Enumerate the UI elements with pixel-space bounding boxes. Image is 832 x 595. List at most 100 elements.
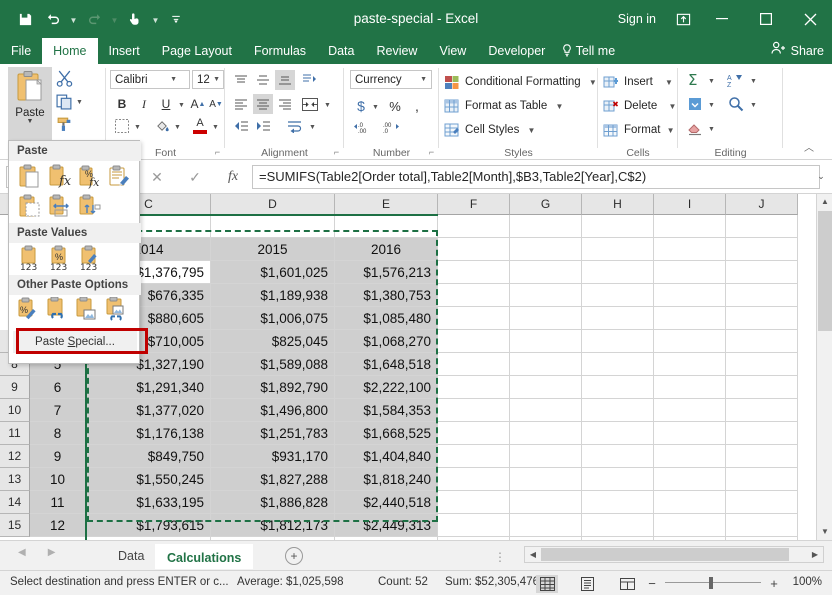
underline-dropdown-icon[interactable]: ▼ [178, 102, 185, 109]
ribbon-tab-home[interactable]: Home [42, 38, 98, 64]
cut-button[interactable] [56, 70, 73, 90]
grid-cell-value[interactable]: $1,496,800 [211, 399, 335, 422]
number-dialog-launcher[interactable]: ⌐ [426, 147, 437, 158]
grid-cell-value[interactable]: $1,589,088 [211, 353, 335, 376]
grid-cell-value[interactable]: $1,601,025 [211, 261, 335, 284]
chevron-down-icon[interactable]: ▼ [668, 102, 676, 111]
delete-cells-button[interactable]: Delete ▼ [602, 96, 676, 117]
share-button[interactable]: Share [771, 38, 824, 64]
decrease-font-size-button[interactable]: A ▼ [208, 94, 224, 114]
enter-formula-icon[interactable]: ✓ [184, 169, 206, 186]
align-right-button[interactable] [275, 94, 295, 114]
paste-special-menu-item[interactable]: Paste Special... [13, 331, 137, 353]
paste-button[interactable]: Paste ▼ [8, 67, 52, 143]
sheet-tab-split-handle[interactable]: ⋮ [494, 550, 507, 564]
grid-cell-blank[interactable] [510, 468, 582, 491]
grid-cell-month[interactable]: 10 [30, 468, 86, 491]
alignment-dialog-launcher[interactable]: ⌐ [331, 147, 342, 158]
sort-filter-button[interactable]: AZ [724, 70, 748, 90]
grid-cell-blank[interactable] [582, 468, 654, 491]
grid-cell-value[interactable]: $1,812,173 [211, 514, 335, 537]
grid-cell-blank[interactable] [438, 491, 510, 514]
comma-format-button[interactable]: , [408, 96, 426, 116]
ribbon-display-options-icon[interactable] [666, 0, 700, 38]
paste-values-source-formatting-icon[interactable]: 123 [77, 245, 105, 273]
insert-function-icon[interactable]: fx [222, 169, 244, 185]
grid-cell-value[interactable]: $1,892,790 [211, 376, 335, 399]
grid-cell-blank[interactable] [726, 238, 798, 261]
add-sheet-button[interactable]: + [285, 547, 303, 565]
copy-button[interactable] [56, 93, 73, 113]
grid-cell-blank[interactable] [654, 353, 726, 376]
grid-cell-blank[interactable] [438, 376, 510, 399]
increase-indent-button[interactable] [253, 116, 273, 136]
align-middle-button[interactable] [253, 70, 273, 90]
undo-icon[interactable] [40, 6, 66, 32]
grid-cell-blank[interactable] [510, 284, 582, 307]
zoom-in-button[interactable]: + [767, 576, 781, 591]
paste-icon[interactable] [17, 163, 45, 191]
paste-link-icon[interactable] [44, 296, 72, 325]
grid-cell-value[interactable]: $1,827,288 [211, 468, 335, 491]
grid-cell-value[interactable]: $1,793,615 [87, 514, 211, 537]
grid-cell-value[interactable]: $825,045 [211, 330, 335, 353]
grid-cell-blank[interactable] [438, 261, 510, 284]
grid-cell-blank[interactable] [582, 399, 654, 422]
number-format-combo[interactable]: Currency ▼ [350, 70, 432, 89]
grid-cell-blank[interactable] [510, 330, 582, 353]
paste-picture-icon[interactable] [73, 296, 101, 325]
format-as-table-button[interactable]: Format as Table ▼ [443, 96, 563, 117]
grid-cell-blank[interactable] [726, 514, 798, 537]
borders-dropdown-icon[interactable]: ▼ [134, 124, 141, 131]
paste-formulas-icon[interactable]: fx [47, 163, 75, 191]
grid-cell-value[interactable]: $1,380,753 [335, 284, 438, 307]
grid-cell-value[interactable]: $2,440,518 [335, 491, 438, 514]
grid-cell-blank[interactable] [654, 261, 726, 284]
scroll-left-icon[interactable]: ◀ [525, 547, 541, 562]
paste-values-number-formatting-icon[interactable]: % 123 [47, 245, 75, 273]
scroll-up-icon[interactable]: ▲ [817, 194, 832, 210]
ribbon-tab-data[interactable]: Data [317, 38, 365, 64]
grid-cell-blank[interactable] [726, 445, 798, 468]
column-header-j[interactable]: J [726, 194, 798, 215]
grid-cell-value[interactable]: $2,449,313 [335, 514, 438, 537]
grid-cell-value[interactable]: $849,750 [87, 445, 211, 468]
previous-sheet-icon[interactable]: ◀ [18, 547, 26, 558]
grid-cell-blank[interactable] [510, 307, 582, 330]
grid-cell-blank[interactable] [726, 284, 798, 307]
scroll-down-icon[interactable]: ▼ [817, 524, 832, 540]
grid-cell-blank[interactable] [510, 376, 582, 399]
autosum-dropdown-icon[interactable]: ▼ [708, 78, 715, 85]
grid-cell-month[interactable]: 8 [30, 422, 86, 445]
sort-filter-dropdown-icon[interactable]: ▼ [750, 78, 757, 85]
grid-cell-value[interactable]: $1,584,353 [335, 399, 438, 422]
sign-in-button[interactable]: Sign in [608, 12, 666, 26]
grid-cell-blank[interactable] [726, 491, 798, 514]
grid-cell-blank[interactable] [654, 215, 726, 238]
ribbon-tab-page-layout[interactable]: Page Layout [151, 38, 243, 64]
grid-cell-value[interactable]: $1,886,828 [211, 491, 335, 514]
grid-cell-value[interactable]: $1,189,938 [211, 284, 335, 307]
grid-cell-blank[interactable] [438, 284, 510, 307]
paste-dropdown-caret-icon[interactable]: ▼ [27, 118, 34, 125]
grid-cell-blank[interactable] [582, 376, 654, 399]
row-header-14[interactable]: 14 [0, 491, 30, 514]
increase-decimal-button[interactable]: .0.00 [352, 119, 376, 137]
grid-cell-value[interactable]: $1,251,783 [211, 422, 335, 445]
percent-format-button[interactable]: % [386, 96, 404, 116]
grid-cell-value[interactable]: $1,576,213 [335, 261, 438, 284]
grid-cell-blank[interactable] [438, 238, 510, 261]
merge-cells-button[interactable] [299, 94, 321, 114]
grid-cell-blank[interactable] [510, 445, 582, 468]
expand-formula-bar-icon[interactable]: ⌄ [814, 165, 828, 187]
fill-color-button[interactable] [152, 116, 172, 136]
wrap-text-button[interactable] [283, 116, 307, 136]
grid-cell-blank[interactable] [582, 284, 654, 307]
grid-cell-blank[interactable] [438, 468, 510, 491]
grid-cell-blank[interactable] [582, 353, 654, 376]
grid-cell-blank[interactable] [510, 399, 582, 422]
grid-cell-blank[interactable] [726, 353, 798, 376]
grid-cell-blank[interactable] [510, 422, 582, 445]
row-header-9[interactable]: 9 [0, 376, 30, 399]
row-header-12[interactable]: 12 [0, 445, 30, 468]
